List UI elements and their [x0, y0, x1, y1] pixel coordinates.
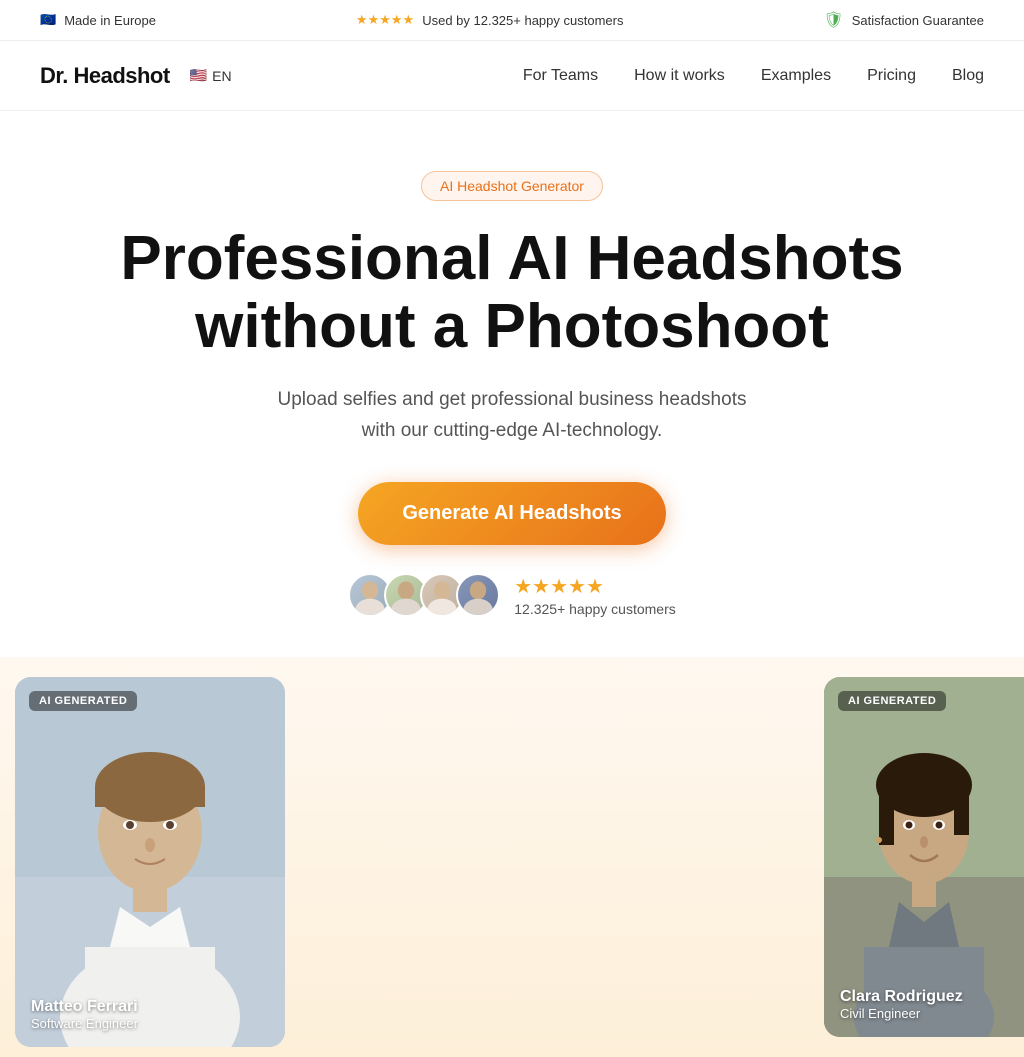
nav-for-teams[interactable]: For Teams: [523, 67, 598, 85]
social-proof: ★★★★★ 12.325+ happy customers: [40, 573, 984, 617]
shield-icon: 🛡: [823, 10, 843, 30]
us-flag-icon: 🇺🇸: [190, 67, 207, 84]
hero-title: Professional AI Headshots without a Phot…: [112, 225, 912, 361]
nav-pricing[interactable]: Pricing: [867, 67, 916, 85]
hero-subtitle-line2: with our cutting-edge AI-technology.: [362, 420, 663, 441]
hero-subtitle: Upload selfies and get professional busi…: [232, 385, 792, 446]
navbar: Dr. Headshot 🇺🇸 EN For Teams How it work…: [0, 41, 1024, 111]
made-in-europe-text: Made in Europe: [64, 13, 156, 28]
nav-links: For Teams How it works Examples Pricing …: [523, 67, 984, 85]
site-logo[interactable]: Dr. Headshot: [40, 63, 170, 89]
photo-card-left: AI GENERATED Matteo Ferrari Software Eng…: [15, 677, 285, 1047]
language-selector[interactable]: 🇺🇸 EN: [190, 67, 232, 84]
proof-count: 12.325+ happy customers: [514, 601, 676, 617]
hero-badge: AI Headshot Generator: [421, 171, 603, 201]
satisfaction-guarantee-text: Satisfaction Guarantee: [852, 13, 984, 28]
avatar-4: [456, 573, 500, 617]
rating-stars-icon: ★★★★★: [356, 12, 414, 28]
photo-card-right: AI GENERATED Clara Rodriguez Civil Engin…: [824, 677, 1024, 1037]
generate-headshots-button[interactable]: Generate AI Headshots: [358, 482, 665, 545]
photo-name-left: Matteo Ferrari Software Engineer: [31, 998, 138, 1031]
avatar-stack: [348, 573, 500, 617]
proof-text: ★★★★★ 12.325+ happy customers: [514, 574, 676, 617]
person-name-left: Matteo Ferrari: [31, 998, 138, 1016]
customers-count-text: Used by 12.325+ happy customers: [422, 13, 623, 28]
photo-showcase-section: AI GENERATED Matteo Ferrari Software Eng…: [0, 657, 1024, 1057]
nav-blog[interactable]: Blog: [952, 67, 984, 85]
ai-badge-right: AI GENERATED: [838, 691, 946, 711]
hero-section: AI Headshot Generator Professional AI He…: [0, 111, 1024, 657]
top-bar-right: 🛡 Satisfaction Guarantee: [823, 10, 984, 30]
hero-title-line1: Professional AI Headshots: [120, 224, 903, 293]
person-title-right: Civil Engineer: [840, 1006, 963, 1021]
lang-label: EN: [212, 68, 231, 84]
top-bar-center: ★★★★★ Used by 12.325+ happy customers: [356, 12, 624, 28]
top-bar-left: 🇪🇺 Made in Europe: [40, 12, 156, 28]
ai-badge-left: AI GENERATED: [29, 691, 137, 711]
eu-flag-icon: 🇪🇺: [40, 12, 56, 28]
photo-name-right: Clara Rodriguez Civil Engineer: [840, 988, 963, 1021]
hero-subtitle-line1: Upload selfies and get professional busi…: [278, 389, 747, 410]
top-bar: 🇪🇺 Made in Europe ★★★★★ Used by 12.325+ …: [0, 0, 1024, 41]
proof-stars: ★★★★★: [514, 574, 676, 599]
nav-examples[interactable]: Examples: [761, 67, 831, 85]
person-name-right: Clara Rodriguez: [840, 988, 963, 1006]
nav-how-it-works[interactable]: How it works: [634, 67, 725, 85]
hero-title-line2: without a Photoshoot: [195, 292, 829, 361]
